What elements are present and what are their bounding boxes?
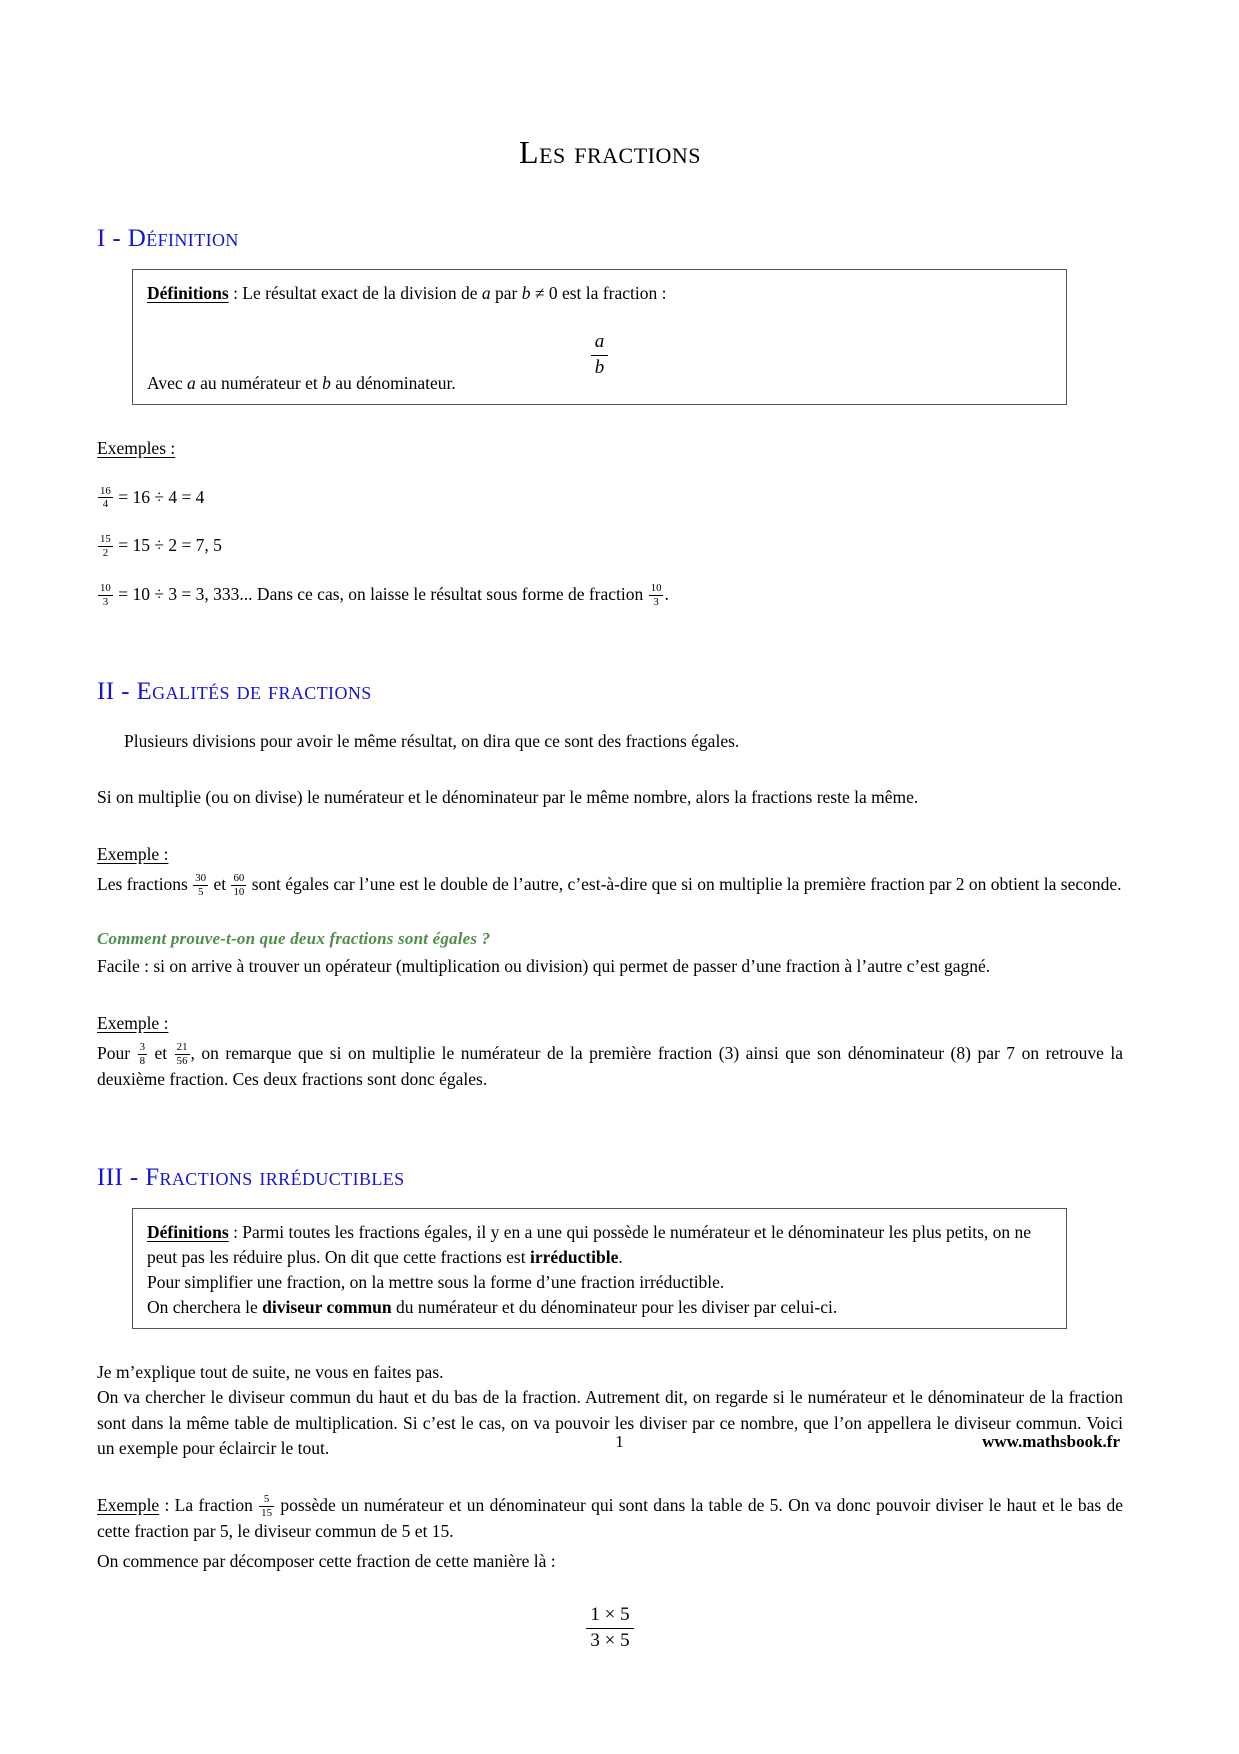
example-3-period: .	[664, 583, 669, 604]
example-3-text: = 10 ÷ 3 = 3, 333... Dans ce cas, on lai…	[118, 583, 644, 604]
section-3-example: Exemple : La fraction 5 15 possède un nu…	[97, 1493, 1123, 1544]
fraction-21-56: 21 56	[174, 1041, 190, 1068]
example-2-conjunction: et	[154, 1043, 168, 1064]
example-2-body: , on remarque que si on multiplie le num…	[97, 1043, 1124, 1089]
fraction-denominator: 3	[102, 595, 109, 608]
section-2-example-2: Pour 3 8 et 21 56 , on remarque que si o…	[97, 1041, 1123, 1092]
site-url: www.mathsbook.fr	[982, 1432, 1120, 1451]
closing-text-prefix: Avec	[147, 373, 187, 394]
fraction-numerator: 21	[174, 1041, 190, 1056]
fraction-numerator: 3	[137, 1041, 147, 1056]
fraction-numerator: 10	[98, 582, 113, 596]
document-page: Les fractions I - Définition Définitions…	[0, 0, 1239, 1754]
fraction-numerator: 60	[231, 872, 247, 887]
section-3-paragraph-1: Je m’explique tout de suite, ne vous en …	[97, 1361, 444, 1382]
fraction-16-4: 16 4	[98, 484, 113, 511]
section-heading-2: II - Egalités de fractions	[97, 677, 372, 705]
diviseur-commun-bold: diviseur commun	[262, 1296, 392, 1317]
section-2-example-2-label: Exemple :	[97, 1011, 1123, 1037]
fraction-numerator: 15	[98, 533, 113, 548]
fraction-a-b: a b	[590, 331, 609, 379]
fraction-60-10: 60 10	[231, 872, 247, 899]
fraction-denominator: 8	[139, 1055, 145, 1068]
closing-text-mid: au numérateur et	[195, 373, 323, 394]
fraction-denominator: 10	[233, 886, 245, 899]
fraction-1x5-over-3x5: 1 × 5 3 × 5	[586, 1604, 634, 1652]
closing-variable-b: b	[322, 373, 331, 394]
definition-box-3: Définitions : Parmi toutes les fractions…	[132, 1208, 1067, 1329]
definition-3-text-end: .	[618, 1247, 623, 1268]
fraction-numerator: a	[590, 331, 609, 356]
fraction-3-8: 3 8	[137, 1041, 147, 1068]
fraction-30-5: 30 5	[193, 872, 209, 899]
example-1-text: = 16 ÷ 4 = 4	[118, 486, 205, 507]
definitions-label-3: Définitions	[147, 1222, 229, 1243]
document-content: Les fractions I - Définition Définitions…	[97, 0, 1123, 1652]
fraction-15-2: 15 2	[98, 534, 113, 559]
definition-3-line3-b: du numérateur et du dénominateur pour le…	[391, 1296, 838, 1317]
fraction-denominator: 4	[102, 498, 109, 511]
fraction-denominator: b	[594, 356, 605, 378]
section-heading-1: I - Définition	[97, 225, 239, 252]
green-question-answer: Facile : si on arrive à trouver un opéra…	[97, 956, 991, 977]
fraction-5-15: 5 15	[259, 1494, 275, 1519]
fraction-10-3: 10 3	[98, 583, 113, 608]
fraction-denominator: 5	[197, 886, 204, 899]
page-footer: 1 www.mathsbook.fr	[97, 1432, 1142, 1456]
examples-label-1: Exemples :	[97, 436, 1123, 462]
variable-a: a	[481, 283, 491, 303]
fraction-10-3-trailing: 10 3	[648, 582, 664, 608]
definition-3-line3-a: On cherchera le	[147, 1296, 263, 1317]
example-label-text: Exemple :	[97, 843, 169, 864]
example-1-conjunction: et	[213, 874, 227, 895]
example-line-2: 15 2 = 15 ÷ 2 = 7, 5	[97, 533, 1123, 559]
fraction-denominator: 15	[261, 1506, 273, 1519]
example-2-text: = 15 ÷ 2 = 7, 5	[118, 535, 222, 556]
definition-text-1a: : Le résultat exact de la division de	[228, 283, 482, 303]
example-label-text: Exemple	[97, 1494, 160, 1515]
irreductible-bold: irréductible	[529, 1247, 619, 1268]
section-2-example-1: Les fractions 30 5 et 60 10 sont égales …	[97, 872, 1123, 898]
section-3-paragraph-3: On commence par décomposer cette fractio…	[97, 1551, 556, 1572]
definitions-label-1: Définitions	[147, 283, 229, 303]
definition-box-3-line-1: Définitions : Parmi toutes les fractions…	[147, 1220, 1052, 1270]
definition-box-1: Définitions : Le résultat exact de la di…	[132, 269, 1067, 405]
page-title: Les fractions	[519, 134, 701, 170]
definition-box-3-line-2: Pour simplifier une fraction, on la mett…	[147, 1272, 725, 1293]
fraction-numerator: 10	[648, 582, 664, 596]
definition-box-3-line-3: On cherchera le diviseur commun du numér…	[147, 1295, 1052, 1320]
example-2-prefix: Pour	[97, 1043, 131, 1064]
fraction-numerator: 30	[193, 872, 209, 887]
section-2-paragraph-2: Si on multiplie (ou on divise) le numéra…	[97, 787, 919, 808]
section-2-paragraph-1: Plusieurs divisions pour avoir le même r…	[124, 730, 740, 751]
example-1-body: sont égales car l’une est le double de l…	[251, 874, 1122, 895]
definition-box-1-closing: Avec a au numérateur et b au dénominateu…	[147, 371, 456, 396]
green-question: Comment prouve-t-on que deux fractions s…	[97, 929, 491, 949]
fraction-numerator: 1 × 5	[586, 1604, 634, 1629]
section-heading-3: III - Fractions irréductibles	[97, 1164, 405, 1192]
section-2-example-1-label: Exemple :	[97, 842, 1123, 868]
fraction-numerator: 16	[98, 484, 113, 499]
example-label-text: Exemple :	[97, 1012, 169, 1033]
example-3-prefix: : La fraction	[159, 1494, 253, 1515]
fraction-denominator: 3 × 5	[590, 1629, 630, 1651]
example-line-1: 16 4 = 16 ÷ 4 = 4	[97, 485, 1123, 511]
definition-text-1b: par	[490, 283, 522, 303]
example-1-prefix: Les fractions	[97, 874, 188, 895]
examples-label-1-text: Exemples :	[97, 438, 176, 458]
definition-box-1-line: Définitions : Le résultat exact de la di…	[147, 281, 1052, 306]
display-formula: 1 × 5 3 × 5	[97, 1604, 1123, 1652]
fraction-denominator: 56	[176, 1055, 188, 1068]
example-line-3: 10 3 = 10 ÷ 3 = 3, 333... Dans ce cas, o…	[97, 582, 1123, 608]
fraction-denominator: 3	[653, 595, 659, 608]
fraction-numerator: 5	[259, 1494, 275, 1507]
closing-text-suffix: au dénominateur.	[330, 373, 456, 394]
fraction-denominator: 2	[102, 547, 109, 560]
definition-text-1c: ≠ 0 est la fraction :	[530, 283, 667, 303]
closing-variable-a: a	[187, 373, 196, 394]
